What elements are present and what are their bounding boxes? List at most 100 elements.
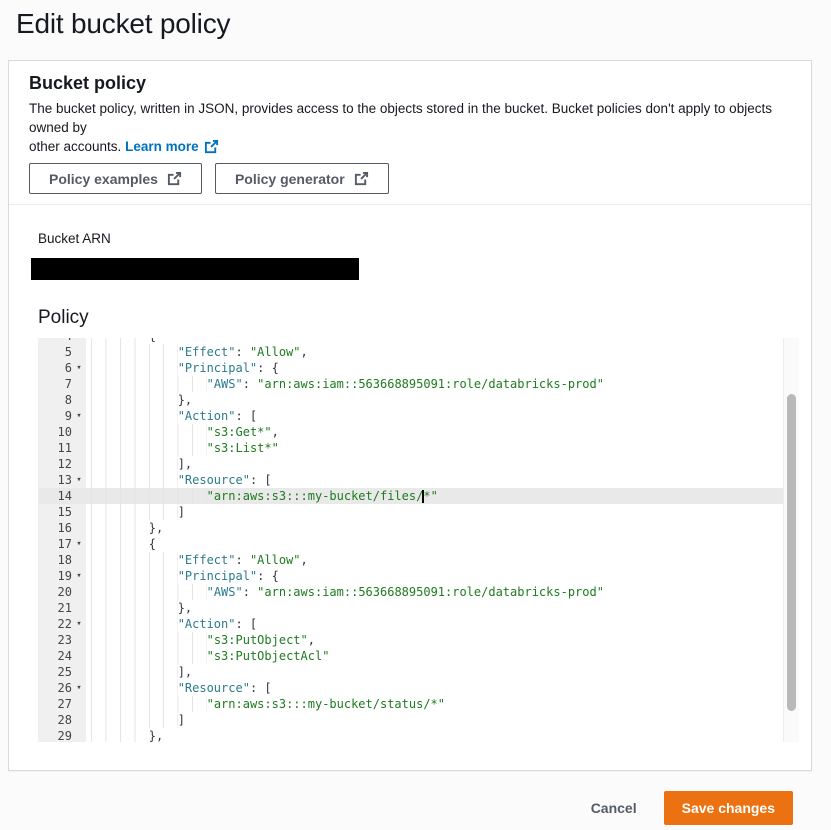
- cancel-button[interactable]: Cancel: [591, 800, 637, 816]
- policy-examples-label: Policy examples: [49, 171, 158, 187]
- json-key: "Principal": [178, 360, 257, 376]
- code-text[interactable]: },: [86, 728, 799, 742]
- code-text[interactable]: "Action": [: [86, 408, 799, 424]
- editor-line-10[interactable]: 10"s3:Get*",: [38, 424, 799, 440]
- code-text[interactable]: ]: [86, 712, 799, 728]
- code-text[interactable]: },: [86, 392, 799, 408]
- gutter-cell[interactable]: 12: [38, 456, 86, 472]
- code-text[interactable]: ],: [86, 664, 799, 680]
- editor-line-24[interactable]: 24"s3:PutObjectAcl": [38, 648, 799, 664]
- gutter-cell[interactable]: 14: [38, 488, 86, 504]
- line-number: 5: [38, 344, 72, 360]
- code-text[interactable]: "s3:Get*",: [86, 424, 799, 440]
- code-text[interactable]: "arn:aws:s3:::my-bucket/status/*": [86, 696, 799, 712]
- code-text[interactable]: ],: [86, 456, 799, 472]
- code-text[interactable]: {: [86, 536, 799, 552]
- code-text[interactable]: "Principal": {: [86, 360, 799, 376]
- fold-arrow-icon[interactable]: ▾: [72, 568, 86, 584]
- editor-line-18[interactable]: 18"Effect": "Allow",: [38, 552, 799, 568]
- gutter-cell[interactable]: 25: [38, 664, 86, 680]
- editor-line-26[interactable]: 26▾"Resource": [: [38, 680, 799, 696]
- gutter-cell[interactable]: 16: [38, 520, 86, 536]
- editor-line-15[interactable]: 15]: [38, 504, 799, 520]
- json-key: "Effect": [178, 552, 236, 568]
- code-text[interactable]: "s3:List*": [86, 440, 799, 456]
- editor-line-25[interactable]: 25],: [38, 664, 799, 680]
- editor-line-9[interactable]: 9▾"Action": [: [38, 408, 799, 424]
- line-number: 16: [38, 520, 72, 536]
- line-number: 7: [38, 376, 72, 392]
- editor-line-19[interactable]: 19▾"Principal": {: [38, 568, 799, 584]
- gutter-cell[interactable]: 11: [38, 440, 86, 456]
- gutter-cell[interactable]: 9▾: [38, 408, 86, 424]
- code-text[interactable]: "Resource": [: [86, 472, 799, 488]
- editor-line-17[interactable]: 17▾{: [38, 536, 799, 552]
- gutter-cell[interactable]: 29: [38, 728, 86, 742]
- code-text[interactable]: ]: [86, 504, 799, 520]
- gutter-cell[interactable]: 20: [38, 584, 86, 600]
- gutter-cell[interactable]: 18: [38, 552, 86, 568]
- gutter-cell[interactable]: 19▾: [38, 568, 86, 584]
- code-text[interactable]: "s3:PutObject",: [86, 632, 799, 648]
- code-text[interactable]: "Resource": [: [86, 680, 799, 696]
- editor-line-29[interactable]: 29},: [38, 728, 799, 742]
- code-text[interactable]: "Action": [: [86, 616, 799, 632]
- policy-generator-button[interactable]: Policy generator: [215, 163, 389, 194]
- panel-title: Bucket policy: [29, 73, 791, 94]
- editor-line-16[interactable]: 16},: [38, 520, 799, 536]
- gutter-cell[interactable]: 23: [38, 632, 86, 648]
- gutter-cell[interactable]: 6▾: [38, 360, 86, 376]
- json-key: "Resource": [178, 680, 250, 696]
- editor-line-11[interactable]: 11"s3:List*": [38, 440, 799, 456]
- gutter-cell[interactable]: 22▾: [38, 616, 86, 632]
- code-text[interactable]: "Effect": "Allow",: [86, 552, 799, 568]
- gutter-cell[interactable]: 15: [38, 504, 86, 520]
- code-text[interactable]: "s3:PutObjectAcl": [86, 648, 799, 664]
- gutter-cell[interactable]: 26▾: [38, 680, 86, 696]
- gutter-cell[interactable]: 5: [38, 344, 86, 360]
- editor-line-20[interactable]: 20"AWS": "arn:aws:iam::563668895091:role…: [38, 584, 799, 600]
- editor-line-7[interactable]: 7 "AWS": "arn:aws:iam::563668895091:role/…: [38, 376, 799, 392]
- policy-code-editor[interactable]: 4{5"Effect": "Allow",6▾"Principal": {7"A…: [38, 338, 799, 742]
- editor-line-5[interactable]: 5 "Effect": "Allow",: [38, 344, 799, 360]
- editor-line-12[interactable]: 12],: [38, 456, 799, 472]
- code-text[interactable]: "arn:aws:s3:::my-bucket/files/*": [86, 488, 799, 504]
- gutter-cell[interactable]: 28: [38, 712, 86, 728]
- fold-arrow-icon[interactable]: ▾: [72, 616, 86, 632]
- code-text[interactable]: },: [86, 600, 799, 616]
- editor-line-22[interactable]: 22▾"Action": [: [38, 616, 799, 632]
- gutter-cell[interactable]: 7: [38, 376, 86, 392]
- learn-more-link[interactable]: Learn more: [125, 137, 219, 156]
- policy-examples-button[interactable]: Policy examples: [29, 163, 202, 194]
- editor-line-8[interactable]: 8},: [38, 392, 799, 408]
- editor-line-6[interactable]: 6▾"Principal": {: [38, 360, 799, 376]
- fold-arrow-icon[interactable]: ▾: [72, 536, 86, 552]
- fold-arrow-icon[interactable]: ▾: [72, 680, 86, 696]
- code-text[interactable]: "AWS": "arn:aws:iam::563668895091:role/d…: [86, 584, 799, 600]
- fold-arrow-icon[interactable]: ▾: [72, 408, 86, 424]
- json-punctuation: ]: [178, 712, 185, 728]
- fold-arrow-icon[interactable]: ▾: [72, 360, 86, 376]
- editor-line-27[interactable]: 27"arn:aws:s3:::my-bucket/status/*": [38, 696, 799, 712]
- scrollbar-thumb[interactable]: [787, 394, 796, 711]
- editor-line-28[interactable]: 28]: [38, 712, 799, 728]
- editor-line-13[interactable]: 13▾"Resource": [: [38, 472, 799, 488]
- gutter-cell[interactable]: 17▾: [38, 536, 86, 552]
- editor-line-23[interactable]: 23"s3:PutObject",: [38, 632, 799, 648]
- gutter-cell[interactable]: 13▾: [38, 472, 86, 488]
- editor-line-21[interactable]: 21},: [38, 600, 799, 616]
- code-text[interactable]: "Principal": {: [86, 568, 799, 584]
- code-text[interactable]: "AWS": "arn:aws:iam::563668895091:role/d…: [86, 376, 799, 392]
- save-changes-button[interactable]: Save changes: [664, 791, 793, 825]
- indent-guides: [91, 520, 149, 536]
- gutter-cell[interactable]: 24: [38, 648, 86, 664]
- gutter-cell[interactable]: 10: [38, 424, 86, 440]
- gutter-cell[interactable]: 8: [38, 392, 86, 408]
- editor-scrollbar[interactable]: [783, 338, 799, 742]
- gutter-cell[interactable]: 27: [38, 696, 86, 712]
- fold-arrow-icon[interactable]: ▾: [72, 472, 86, 488]
- editor-line-14[interactable]: 14"arn:aws:s3:::my-bucket/files/*": [38, 488, 799, 504]
- gutter-cell[interactable]: 21: [38, 600, 86, 616]
- code-text[interactable]: "Effect": "Allow",: [86, 344, 799, 360]
- code-text[interactable]: },: [86, 520, 799, 536]
